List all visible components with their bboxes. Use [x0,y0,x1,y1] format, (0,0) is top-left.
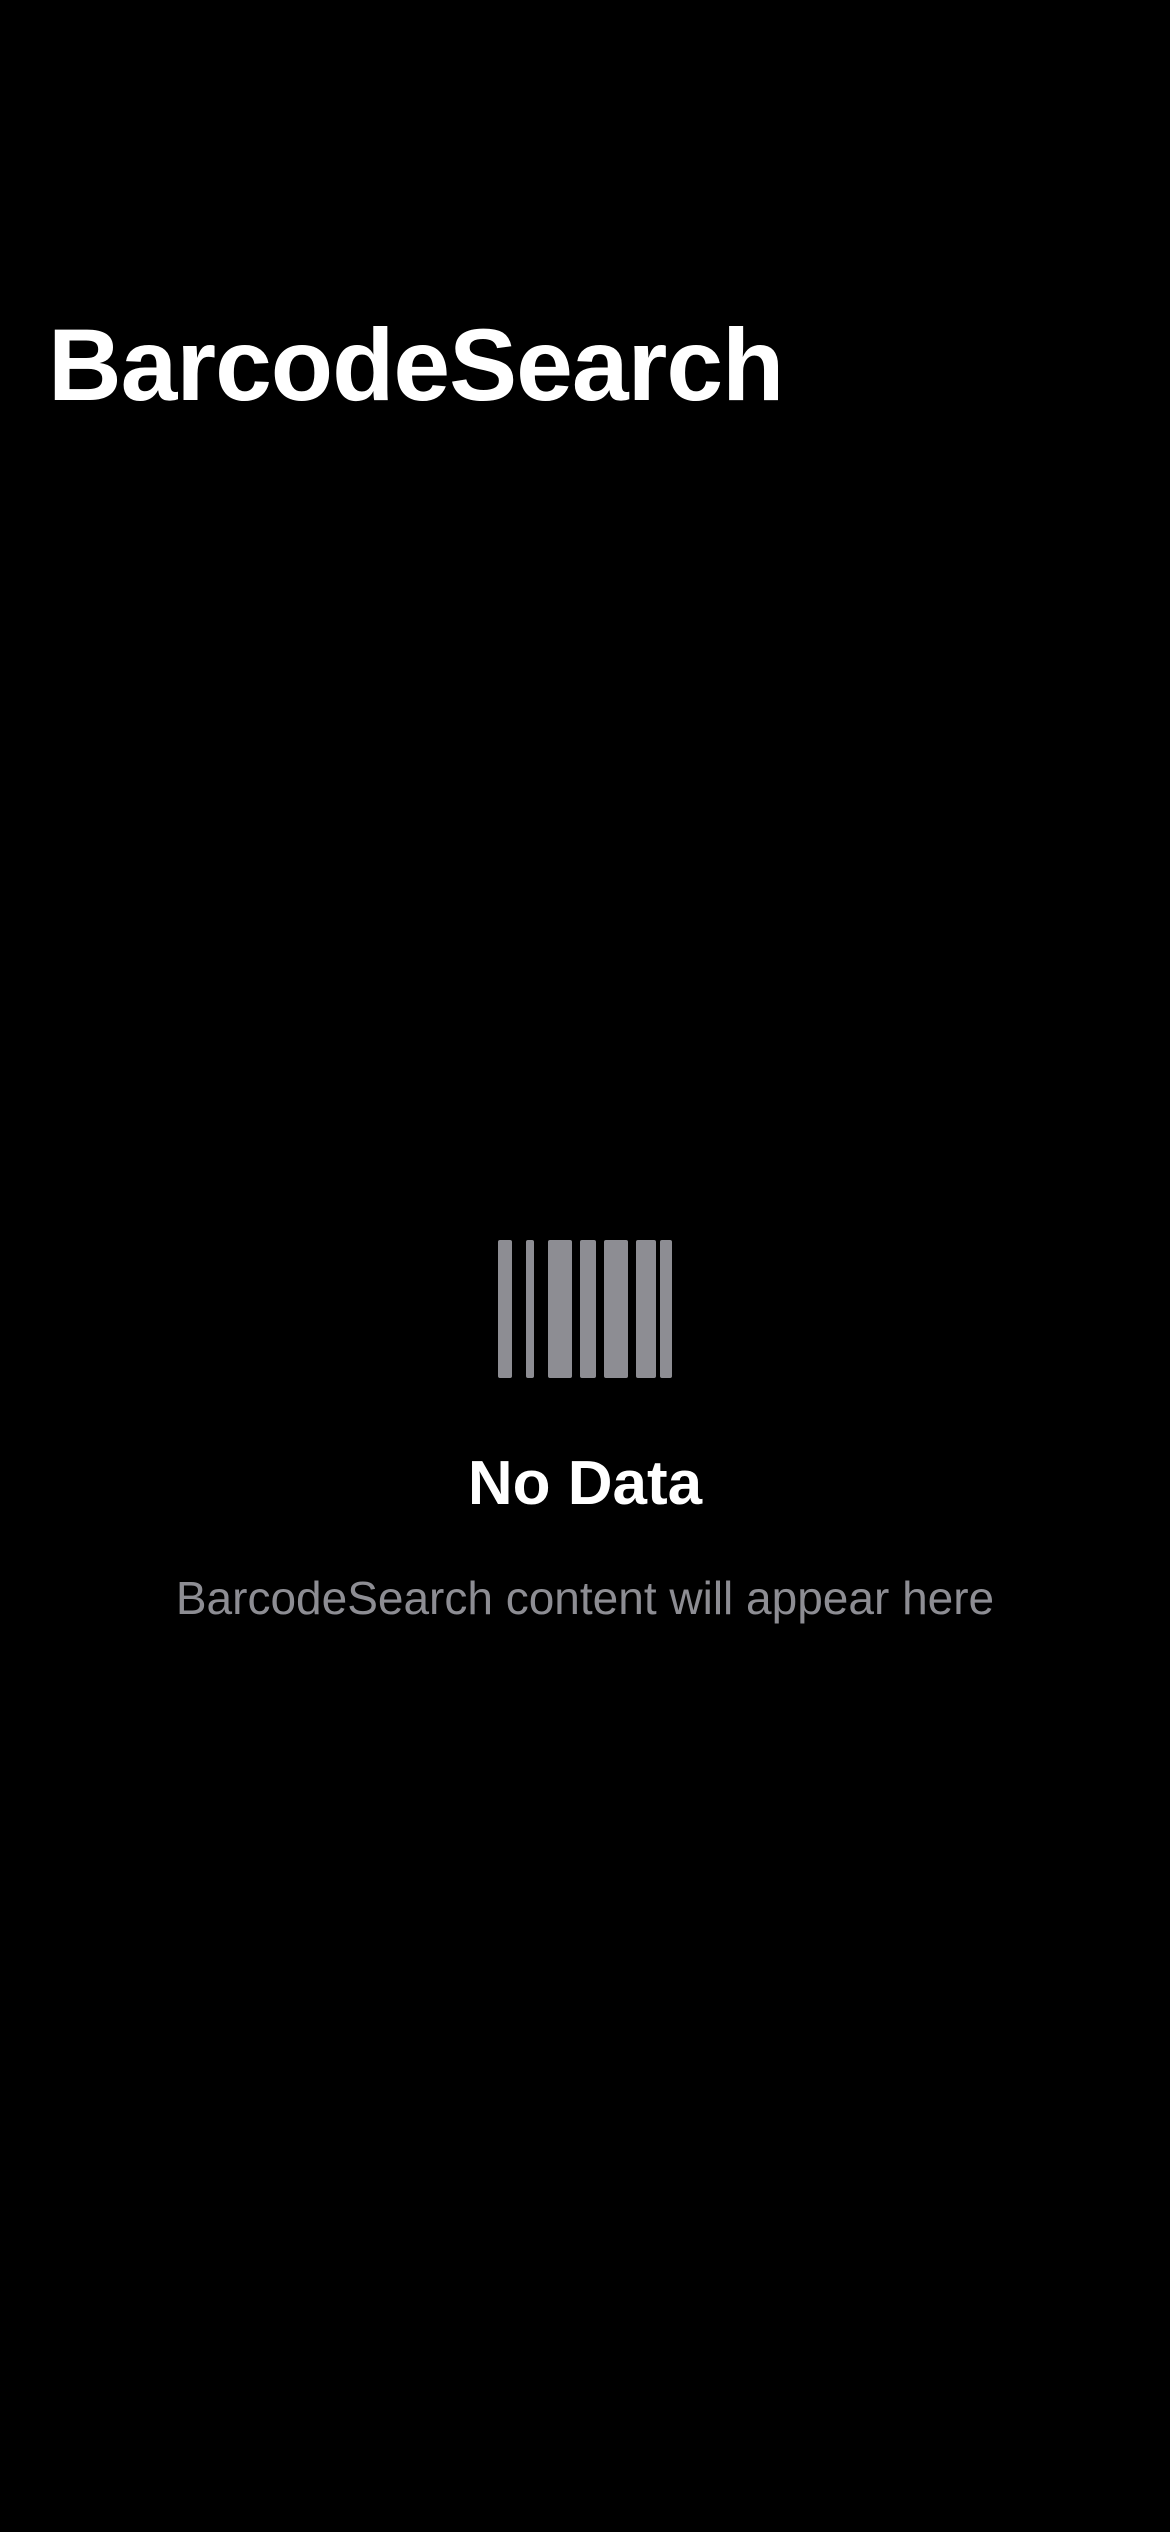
navigation-bar: BarcodeSearch [0,0,1170,460]
barcode-bar [636,1240,656,1378]
empty-state-title: No Data [467,1449,703,1518]
barcode-bar [498,1240,512,1378]
barcode-bar [548,1240,572,1378]
barcode-icon [498,1240,672,1378]
app-screen: BarcodeSearch No Data BarcodeSearch cont… [0,0,1170,2532]
barcode-bar [526,1240,534,1378]
empty-state-subtitle: BarcodeSearch content will appear here [175,1572,995,1624]
barcode-bar [604,1240,628,1378]
barcode-bar [580,1240,596,1378]
empty-state: No Data BarcodeSearch content will appea… [0,1240,1170,1626]
barcode-bar [660,1240,672,1378]
page-title: BarcodeSearch [48,308,784,422]
